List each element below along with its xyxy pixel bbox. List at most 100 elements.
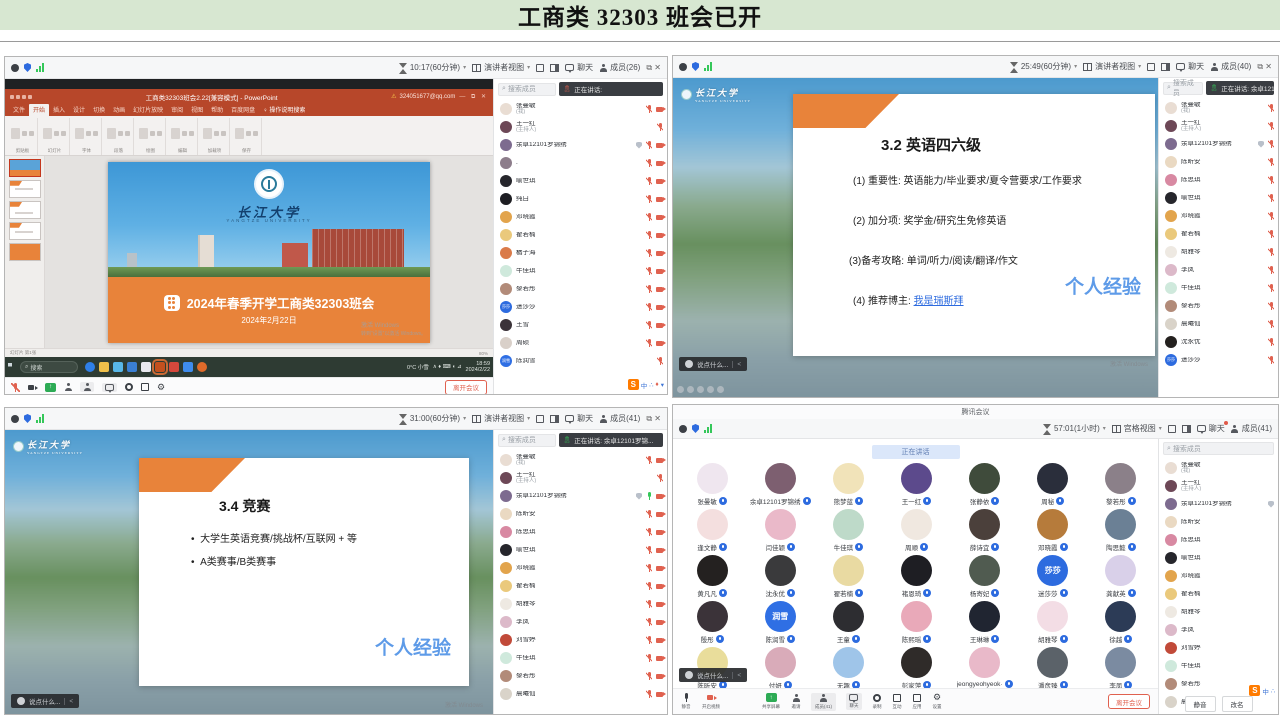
participant-tile[interactable]: 王琳琳 [952, 601, 1018, 647]
participant-tile[interactable]: 龚献英 [1088, 555, 1154, 601]
taskbar-app-icon[interactable] [99, 362, 109, 372]
member-row[interactable]: 晨曦仙 [1165, 315, 1274, 333]
ribbon-tab[interactable]: 审阅 [167, 104, 187, 116]
meeting-timer[interactable]: 25:49(60分钟)▾ [1010, 61, 1077, 72]
member-camera-icon[interactable] [656, 287, 663, 292]
ribbon-tab[interactable]: 文件 [9, 104, 29, 116]
member-row[interactable]: 黎若彤 [500, 667, 663, 685]
member-mic-icon[interactable] [1268, 176, 1274, 184]
member-row[interactable]: 张曼敏(我) [1165, 459, 1274, 477]
slide-thumbnail-panel[interactable] [5, 156, 45, 348]
member-mic-icon[interactable] [646, 564, 652, 572]
member-row[interactable]: 沈永优 [1165, 333, 1274, 351]
member-row[interactable]: 周硕 [500, 334, 663, 352]
member-row[interactable]: 王一红(主持人) [500, 118, 663, 136]
member-row[interactable]: 王雪 [500, 316, 663, 334]
member-mic-icon[interactable] [1268, 194, 1274, 202]
meeting-timer[interactable]: 31:00(60分钟)▾ [399, 413, 466, 424]
member-row[interactable]: 余卓12101罗锦绣 [1165, 135, 1274, 153]
member-mic-icon[interactable] [1268, 248, 1274, 256]
member-camera-icon[interactable] [656, 269, 663, 274]
record-icon[interactable] [679, 425, 687, 433]
participant-tile[interactable]: 莎莎 迷莎莎 [1020, 555, 1086, 601]
member-row[interactable]: 邓晓霞 [1165, 207, 1274, 225]
annotation-toolbar[interactable] [677, 386, 724, 393]
view-mode-dropdown[interactable]: 演讲者视图▾ [1083, 61, 1141, 72]
member-row[interactable]: 邓晓霞 [500, 208, 663, 226]
member-row[interactable]: 牛佳琪 [500, 262, 663, 280]
participant-tile[interactable]: 薛诗宜 [952, 509, 1018, 555]
participant-tile[interactable]: 牛佳琪 [815, 509, 881, 555]
member-row[interactable]: 牛佳琪 [500, 649, 663, 667]
chat-button[interactable]: 聊天 [1176, 61, 1204, 72]
invite-button[interactable]: 邀请 [791, 694, 801, 710]
member-mic-icon[interactable] [646, 285, 652, 293]
member-row[interactable]: 喻世琪 [1165, 549, 1274, 567]
member-row[interactable]: 陈思琪 [500, 523, 663, 541]
slide-thumbnail-5[interactable] [9, 243, 41, 261]
member-row[interactable]: 翟若楠 [500, 226, 663, 244]
member-mic-icon[interactable] [646, 636, 652, 644]
member-mic-icon[interactable] [646, 105, 652, 113]
mute-member-button[interactable]: 静音 [1185, 696, 1216, 712]
member-mic-icon[interactable] [646, 231, 652, 239]
window-controls[interactable]: ⧉ ✕ [646, 414, 661, 424]
member-camera-icon[interactable] [656, 107, 663, 112]
record-icon[interactable] [679, 63, 687, 71]
zoom-level[interactable]: 80% [479, 351, 488, 356]
member-camera-icon[interactable] [656, 620, 663, 625]
leave-meeting-button[interactable]: 离开会议 [1108, 694, 1150, 709]
mute-icon[interactable] [11, 383, 20, 392]
security-shield-icon[interactable] [24, 63, 31, 72]
participant-tile[interactable]: 无趣 [815, 647, 881, 693]
member-mic-icon[interactable] [646, 618, 652, 626]
member-mic-icon[interactable] [1268, 140, 1274, 148]
view-mode-dropdown[interactable]: 宫格视图▾ [1112, 423, 1162, 434]
share-screen-button[interactable]: ↑共享屏幕 [761, 693, 781, 710]
member-row[interactable]: 陈昕安 [500, 505, 663, 523]
participant-tile[interactable]: 张曼敏 [679, 463, 745, 509]
member-row[interactable]: 张曼敏(我) [500, 100, 663, 118]
participant-tile[interactable]: 徐越 [1088, 601, 1154, 647]
slide-thumbnail-3[interactable] [9, 201, 41, 219]
member-mic-icon[interactable] [646, 654, 652, 662]
member-camera-icon[interactable] [656, 458, 663, 463]
participant-tile[interactable]: 润雪 陈润雪 [747, 601, 813, 647]
participant-tile[interactable]: jeongyeohyeok· [952, 647, 1018, 693]
member-mic-icon[interactable] [1268, 104, 1274, 112]
member-row[interactable]: 余卓12101罗锦绣 [500, 136, 663, 154]
view-mode-dropdown[interactable]: 演讲者视图▾ [472, 62, 530, 73]
participant-tile[interactable]: 沈永优 [747, 555, 813, 601]
sogou-input-bar[interactable]: S 中 ∴♦▾ [628, 379, 664, 390]
participant-tile[interactable]: 殷彤 [679, 601, 745, 647]
ribbon-group[interactable]: 保存 [232, 118, 262, 155]
member-row[interactable]: 刘雪婷 [1165, 639, 1274, 657]
clock[interactable]: 18:592024/2/22 [466, 361, 490, 374]
member-row[interactable]: 胡雅琴 [1165, 243, 1274, 261]
blogger-link[interactable]: 我是瑞斯拜 [914, 296, 964, 307]
member-mic-icon[interactable] [1268, 320, 1274, 328]
member-mic-icon[interactable] [646, 195, 652, 203]
member-row[interactable]: 王一红(主持人) [1165, 477, 1274, 495]
chat-button[interactable]: 聊天 [565, 62, 593, 73]
member-row[interactable]: 牛佳琪 [1165, 279, 1274, 297]
member-mic-icon[interactable] [646, 690, 652, 698]
member-mic-icon[interactable] [646, 249, 652, 257]
slide-thumbnail-4[interactable] [9, 222, 41, 240]
record-toolbar-icon[interactable] [125, 383, 133, 391]
member-camera-icon[interactable] [656, 548, 663, 553]
chat-button[interactable]: 聊天 [565, 413, 593, 424]
fullscreen-icon[interactable] [536, 415, 544, 423]
chat-button[interactable]: 聊天 [846, 693, 862, 710]
ppt-window-controls[interactable]: — ⧉ ✕ [459, 93, 488, 101]
share-screen-icon[interactable]: ↑ [45, 383, 56, 392]
side-panel-toggle-icon[interactable] [550, 64, 559, 72]
member-mic-icon[interactable] [646, 582, 652, 590]
member-mic-icon[interactable] [646, 177, 652, 185]
member-row[interactable]: 胡雅琴 [500, 595, 663, 613]
members-button[interactable]: 成员(26) [599, 62, 640, 73]
member-row[interactable]: 喻世琪 [1165, 189, 1274, 207]
member-camera-icon[interactable] [656, 233, 663, 238]
taskbar-app-icon[interactable] [127, 362, 137, 372]
participant-tile[interactable]: 彭家萍 [883, 647, 949, 693]
